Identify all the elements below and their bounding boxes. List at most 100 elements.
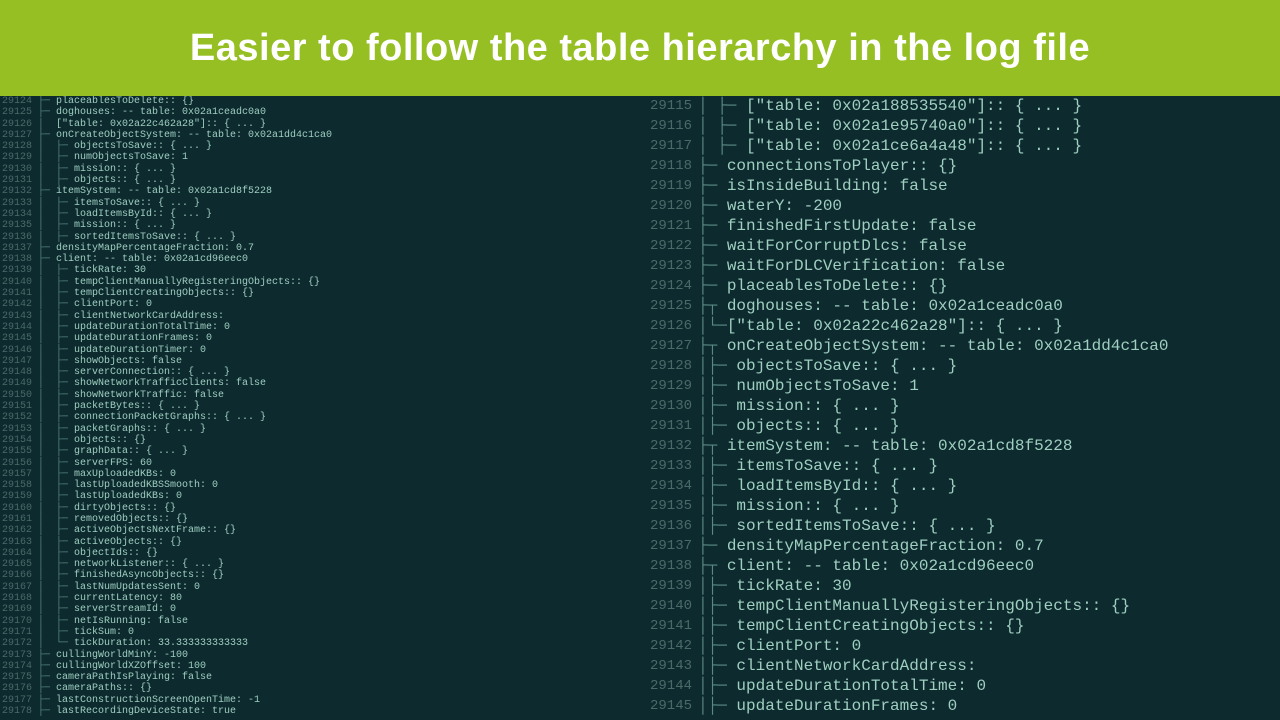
log-line: 29126│└─["table: 0x02a22c462a28"]:: { ..… (640, 316, 1280, 336)
log-text: itemsToSave:: { ... } (736, 456, 938, 476)
log-text: tempClientManuallyRegisteringObjects:: {… (74, 277, 320, 288)
tree-guide: │ ├─ (38, 277, 74, 288)
log-text: activeObjectsNextFrame:: {} (74, 525, 236, 536)
tree-guide: ├─ (38, 254, 56, 265)
log-line: 29167│ ├─ lastNumUpdatesSent: 0 (0, 582, 640, 593)
log-pane-right[interactable]: 29115│ ├─ ["table: 0x02a188535540"]:: { … (640, 96, 1280, 720)
line-number: 29128 (640, 356, 698, 376)
log-line: 29170│ ├─ netIsRunning: false (0, 616, 640, 627)
log-text: objects:: { ... } (74, 175, 176, 186)
line-number: 29143 (640, 656, 698, 676)
tree-guide: │├─ (698, 636, 736, 656)
line-number: 29120 (640, 196, 698, 216)
log-text: tickRate: 30 (74, 265, 146, 276)
tree-guide: ├─ (698, 236, 727, 256)
line-number: 29160 (0, 503, 38, 514)
tree-guide: │ ├─ (38, 570, 74, 581)
log-text: placeablesToDelete:: {} (727, 276, 948, 296)
log-line: 29132├┬ itemSystem: -- table: 0x02a1cd8f… (640, 436, 1280, 456)
line-number: 29131 (640, 416, 698, 436)
log-text: densityMapPercentageFraction: 0.7 (56, 243, 254, 254)
log-text: netIsRunning: false (74, 616, 188, 627)
tree-guide: │├─ (698, 516, 736, 536)
tree-guide: │ ├─ (38, 378, 74, 389)
tree-guide: │ ├─ (38, 333, 74, 344)
line-number: 29156 (0, 458, 38, 469)
log-text: tempClientManuallyRegisteringObjects:: {… (736, 596, 1130, 616)
line-number: 29162 (0, 525, 38, 536)
log-line: 29124├─ placeablesToDelete:: {} (640, 276, 1280, 296)
log-line: 29143│├─ clientNetworkCardAddress: (640, 656, 1280, 676)
log-text: updateDurationFrames: 0 (736, 696, 957, 716)
log-line: 29137├─ densityMapPercentageFraction: 0.… (0, 243, 640, 254)
line-number: 29121 (640, 216, 698, 236)
tree-guide: ├─ (38, 96, 56, 107)
log-text: updateDurationTimer: 0 (74, 345, 206, 356)
log-line: 29137├─ densityMapPercentageFraction: 0.… (640, 536, 1280, 556)
log-line: 29155│ ├─ graphData:: { ... } (0, 446, 640, 457)
line-number: 29169 (0, 604, 38, 615)
tree-guide: │ ├─ (38, 525, 74, 536)
line-number: 29130 (640, 396, 698, 416)
log-line: 29174├─ cullingWorldXZOffset: 100 (0, 661, 640, 672)
line-number: 29127 (0, 130, 38, 141)
log-text: removedObjects:: {} (74, 514, 188, 525)
log-line: 29140│ ├─ tempClientManuallyRegisteringO… (0, 277, 640, 288)
log-line: 29144│ ├─ updateDurationTotalTime: 0 (0, 322, 640, 333)
log-line: 29129│ ├─ numObjectsToSave: 1 (0, 152, 640, 163)
line-number: 29178 (0, 706, 38, 717)
log-line: 29152│ ├─ connectionPacketGraphs:: { ...… (0, 412, 640, 423)
line-number: 29136 (0, 232, 38, 243)
tree-guide: │├─ (698, 676, 736, 696)
line-number: 29145 (640, 696, 698, 716)
line-number: 29151 (0, 401, 38, 412)
log-text: updateDurationTotalTime: 0 (74, 322, 230, 333)
log-text: onCreateObjectSystem: -- table: 0x02a1dd… (727, 336, 1169, 356)
log-line: 29140│├─ tempClientManuallyRegisteringOb… (640, 596, 1280, 616)
line-number: 29174 (0, 661, 38, 672)
log-text: objectsToSave:: { ... } (74, 141, 212, 152)
line-number: 29138 (640, 556, 698, 576)
log-line: 29177├─ lastConstructionScreenOpenTime: … (0, 695, 640, 706)
log-text: tempClientCreatingObjects:: {} (736, 616, 1024, 636)
tree-guide: ├─ (38, 706, 56, 717)
log-text: lastUploadedKBSSmooth: 0 (74, 480, 218, 491)
log-line: 29133│ ├─ itemsToSave:: { ... } (0, 198, 640, 209)
log-text: ["table: 0x02a1ce6a4a48"]:: { ... } (746, 136, 1082, 156)
log-line: 29118├─ connectionsToPlayer:: {} (640, 156, 1280, 176)
log-text: mission:: { ... } (736, 396, 899, 416)
log-line: 29160│ ├─ dirtyObjects:: {} (0, 503, 640, 514)
log-text: updateDurationTotalTime: 0 (736, 676, 986, 696)
log-pane-left[interactable]: 29124├─ placeablesToDelete:: {}29125├─ d… (0, 96, 640, 720)
tree-guide: │├─ (698, 616, 736, 636)
log-line: 29126│ ["table: 0x02a22c462a28"]:: { ...… (0, 119, 640, 130)
log-line: 29175├─ cameraPathIsPlaying: false (0, 672, 640, 683)
line-number: 29135 (0, 220, 38, 231)
log-line: 29166│ ├─ finishedAsyncObjects:: {} (0, 570, 640, 581)
log-line: 29125├─ doghouses: -- table: 0x02a1ceadc… (0, 107, 640, 118)
log-text: doghouses: -- table: 0x02a1ceadc0a0 (727, 296, 1063, 316)
tree-guide: ├┬ (698, 336, 727, 356)
tree-guide: │ ├─ (38, 141, 74, 152)
line-number: 29132 (0, 186, 38, 197)
log-text: sortedItemsToSave:: { ... } (74, 232, 236, 243)
tree-guide: │ ├─ (38, 401, 74, 412)
log-text: objectsToSave:: { ... } (736, 356, 957, 376)
line-number: 29158 (0, 480, 38, 491)
log-text: cameraPathIsPlaying: false (56, 672, 212, 683)
line-number: 29118 (640, 156, 698, 176)
line-number: 29137 (640, 536, 698, 556)
tree-guide: ├─ (698, 176, 727, 196)
line-number: 29177 (0, 695, 38, 706)
log-line: 29132├─ itemSystem: -- table: 0x02a1cd8f… (0, 186, 640, 197)
log-line: 29147│ ├─ showObjects: false (0, 356, 640, 367)
log-line: 29141│ ├─ tempClientCreatingObjects:: {} (0, 288, 640, 299)
line-number: 29129 (640, 376, 698, 396)
log-text: serverConnection:: { ... } (74, 367, 230, 378)
line-number: 29123 (640, 256, 698, 276)
log-text: lastNumUpdatesSent: 0 (74, 582, 200, 593)
tree-guide: │ ├─ (38, 265, 74, 276)
log-line: 29121├─ finishedFirstUpdate: false (640, 216, 1280, 236)
tree-guide: │ ├─ (38, 537, 74, 548)
log-text: tickSum: 0 (74, 627, 134, 638)
